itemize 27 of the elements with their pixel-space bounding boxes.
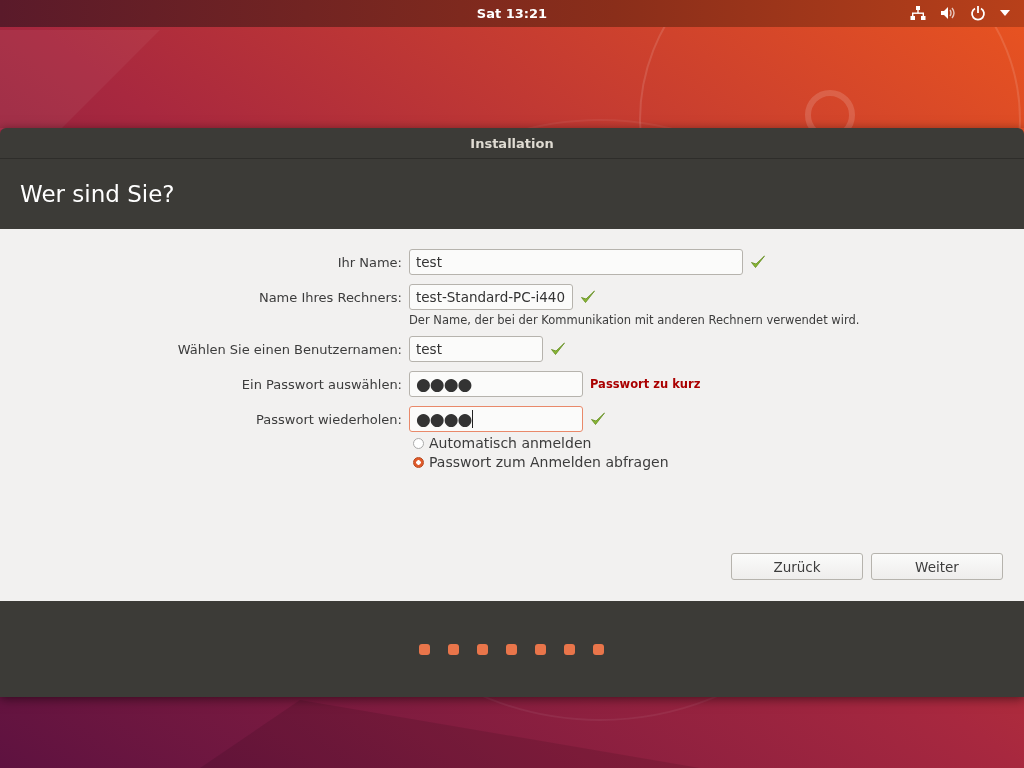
power-icon[interactable] <box>970 5 986 21</box>
radio-option[interactable]: Passwort zum Anmelden abfragen <box>413 454 1024 470</box>
clock[interactable]: Sat 13:21 <box>476 6 548 21</box>
field-label: Name Ihres Rechners: <box>257 289 402 305</box>
nav-button[interactable]: Weiter <box>871 553 1003 580</box>
input-field[interactable]: ●●●● <box>409 371 583 397</box>
option-label: Passwort zum Anmelden abfragen <box>429 454 669 470</box>
caret-icon[interactable] <box>1000 10 1010 16</box>
hint-text: Der Name, der bei der Kommunikation mit anderen Rechnern verwendet wird. <box>409 313 861 327</box>
window-title: Installation <box>470 135 554 151</box>
field-label: Wählen Sie einen Benutzernamen: <box>176 341 402 357</box>
error-message: Passwort zu kurz <box>590 377 701 391</box>
input-field[interactable]: test <box>409 249 743 275</box>
field-label: Passwort wiederholen: <box>255 411 402 427</box>
input-field[interactable]: ●●●● <box>409 406 583 432</box>
option-label: Automatisch anmelden <box>429 435 592 451</box>
radio-button[interactable] <box>413 437 424 449</box>
input-field[interactable]: test-Standard-PC-i440 <box>409 284 573 310</box>
nav-button[interactable]: Zurück <box>731 553 863 580</box>
radio-button[interactable] <box>413 456 424 468</box>
volume-icon[interactable] <box>940 5 956 21</box>
field-label: Ihr Name: <box>336 254 402 270</box>
input-field[interactable]: test <box>409 336 543 362</box>
field-label: Ein Passwort auswählen: <box>240 376 402 392</box>
page-heading: Wer sind Sie? <box>20 181 175 207</box>
network-icon[interactable] <box>910 5 926 21</box>
radio-option[interactable]: Automatisch anmelden <box>413 435 1024 451</box>
